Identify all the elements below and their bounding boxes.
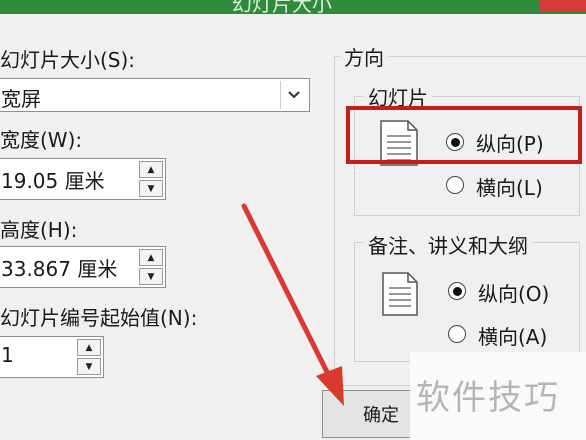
ok-button-label: 确定 [363, 405, 399, 426]
height-spin-up-icon[interactable]: ▲ [139, 249, 163, 266]
height-label: 高度(H): [0, 218, 78, 242]
close-button[interactable] [540, 0, 586, 12]
start-number-spin-down-icon[interactable]: ▼ [77, 358, 101, 375]
height-spin-down-icon[interactable]: ▼ [139, 268, 163, 285]
start-number-spin-up-icon[interactable]: ▲ [77, 339, 101, 356]
width-spin-down-icon[interactable]: ▼ [139, 180, 163, 197]
annotation-arrow-icon [236, 200, 356, 419]
notes-portrait-radio[interactable] [448, 282, 466, 300]
start-number-value: 1 [1, 343, 14, 367]
slide-size-label: 幻灯片大小(S): [0, 48, 136, 72]
slide-size-select[interactable]: 宽屏 [0, 78, 310, 112]
portrait-highlight-box [346, 106, 582, 164]
slide-size-value: 宽屏 [1, 87, 41, 111]
dialog-title: 幻灯片大小 [232, 0, 332, 16]
start-number-label: 幻灯片编号起始值(N): [0, 306, 198, 330]
slides-landscape-radio[interactable] [446, 176, 464, 194]
notes-landscape-label[interactable]: 横向(A) [478, 321, 547, 350]
notes-orientation-title: 备注、讲义和大纲 [364, 230, 532, 259]
notes-landscape-radio[interactable] [448, 325, 466, 343]
notes-page-icon [382, 272, 418, 320]
width-value: 19.05 厘米 [1, 169, 105, 193]
orientation-title: 方向 [340, 42, 388, 71]
height-value: 33.867 厘米 [1, 257, 118, 281]
slides-landscape-label[interactable]: 横向(L) [476, 172, 543, 201]
height-input[interactable]: 33.867 厘米 ▲ ▼ [0, 246, 166, 288]
chevron-down-icon[interactable] [280, 81, 307, 109]
watermark-text: 软件技巧 [416, 378, 560, 418]
notes-portrait-label[interactable]: 纵向(O) [478, 278, 549, 307]
width-label: 宽度(W): [0, 128, 83, 152]
start-number-input[interactable]: 1 ▲ ▼ [0, 336, 104, 378]
width-spin-up-icon[interactable]: ▲ [139, 161, 163, 178]
width-input[interactable]: 19.05 厘米 ▲ ▼ [0, 158, 166, 200]
